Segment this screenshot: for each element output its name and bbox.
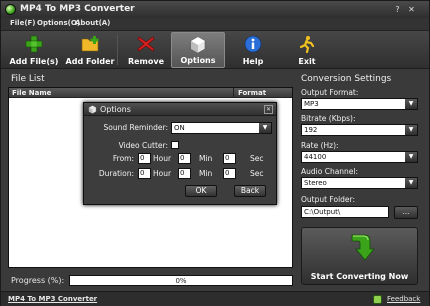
output-format-select[interactable]: MP3 ▼ (301, 98, 418, 110)
ok-button[interactable]: OK (185, 185, 217, 197)
duration-hour-input[interactable]: 0 (138, 168, 151, 179)
audio-channel-select[interactable]: Stereo ▼ (301, 177, 418, 189)
audio-channel-label: Audio Channel: (301, 167, 359, 176)
from-label: From: (112, 154, 134, 163)
duration-label: Duration: (98, 169, 134, 178)
chevron-down-icon[interactable]: ▼ (405, 125, 417, 135)
toolbar: Add File(s) Add Folder Remove Options He… (1, 31, 429, 69)
add-files-button[interactable]: Add File(s) (7, 32, 61, 68)
file-list-header: File Name Format (9, 88, 292, 98)
column-separator[interactable] (233, 88, 234, 98)
window-close-button[interactable]: ✕ (406, 4, 417, 15)
bitrate-value: 192 (304, 126, 318, 134)
remove-icon (137, 36, 155, 52)
toolbar-separator (117, 35, 118, 65)
from-sec-input[interactable]: 0 (223, 153, 236, 164)
dialog-close-button[interactable]: ✕ (264, 105, 273, 114)
title-bar: MP4 To MP3 Converter ? ✕ (1, 1, 429, 18)
app-home-link[interactable]: MP4 To MP3 Converter (8, 295, 97, 303)
output-folder-label: Output Folder: (301, 195, 356, 204)
output-folder-input[interactable]: C:\Output\ (301, 206, 389, 218)
start-converting-label: Start Converting Now (310, 272, 409, 281)
app-logo-icon (5, 4, 16, 15)
bitrate-label: Bitrate (Kbps): (301, 114, 356, 123)
sound-reminder-label: Sound Reminder: (103, 123, 169, 132)
audio-channel-value: Stereo (304, 179, 327, 187)
remove-label: Remove (127, 57, 165, 66)
chevron-down-icon[interactable]: ▼ (259, 123, 271, 133)
rate-value: 44100 (304, 153, 327, 161)
from-hour-input[interactable]: 0 (138, 153, 151, 164)
output-format-label: Output Format: (301, 88, 359, 97)
column-format[interactable]: Format (238, 89, 266, 97)
options-button[interactable]: Options (171, 32, 225, 68)
add-folder-button[interactable]: Add Folder (63, 32, 117, 68)
dialog-title-bar[interactable]: Options ✕ (84, 103, 276, 116)
progress-label: Progress (%): (11, 276, 65, 285)
menu-file[interactable]: File(F) (10, 19, 36, 27)
window-help-button[interactable]: ? (392, 4, 403, 15)
back-button[interactable]: Back (234, 185, 266, 197)
chevron-down-icon[interactable]: ▼ (405, 152, 417, 162)
exit-label: Exit (298, 57, 316, 66)
file-list-title: File List (11, 74, 45, 84)
window-title: MP4 To MP3 Converter (20, 4, 135, 14)
progress-value: 0% (175, 277, 187, 285)
duration-min-input[interactable]: 0 (178, 168, 191, 179)
video-cutter-checkbox[interactable] (171, 141, 179, 149)
browse-button[interactable]: ... (394, 206, 418, 219)
chevron-down-icon[interactable]: ▼ (405, 178, 417, 188)
exit-icon (299, 36, 315, 53)
options-dialog: Options ✕ Sound Reminder: ON ▼ Video Cut… (83, 102, 277, 205)
rate-select[interactable]: 44100 ▼ (301, 151, 418, 163)
sound-reminder-value: ON (174, 124, 185, 132)
duration-hour-unit: Hour (153, 169, 172, 178)
options-label: Options (180, 56, 216, 65)
from-min-input[interactable]: 0 (178, 153, 191, 164)
feedback-link[interactable]: Feedback (387, 295, 420, 303)
help-icon (244, 35, 262, 53)
settings-title: Conversion Settings (301, 74, 392, 84)
help-button[interactable]: Help (226, 32, 280, 68)
remove-button[interactable]: Remove (119, 32, 173, 68)
app-window: MP4 To MP3 Converter ? ✕ File(F) Options… (0, 0, 430, 306)
options-icon (88, 105, 97, 114)
duration-sec-unit: Sec (250, 169, 264, 178)
add-folder-label: Add Folder (65, 57, 115, 66)
menu-about[interactable]: About(A) (75, 19, 110, 27)
add-files-label: Add File(s) (9, 57, 59, 66)
duration-sec-input[interactable]: 0 (223, 168, 236, 179)
add-file-icon (25, 35, 43, 53)
video-cutter-label: Video Cutter: (118, 141, 168, 150)
menu-options[interactable]: Options(O) (37, 19, 80, 27)
from-sec-unit: Sec (250, 154, 264, 163)
progress-bar: 0% (69, 275, 293, 286)
from-hour-unit: Hour (153, 154, 172, 163)
bitrate-select[interactable]: 192 ▼ (301, 124, 418, 136)
from-min-unit: Min (199, 154, 213, 163)
chevron-down-icon[interactable]: ▼ (405, 99, 417, 109)
output-folder-value: C:\Output\ (304, 208, 341, 216)
convert-arrow-icon (351, 234, 375, 261)
feedback-icon[interactable] (373, 295, 382, 304)
status-bar: MP4 To MP3 Converter Feedback (1, 291, 429, 306)
sound-reminder-select[interactable]: ON ▼ (171, 122, 272, 134)
help-label: Help (242, 57, 264, 66)
duration-min-unit: Min (199, 169, 213, 178)
exit-button[interactable]: Exit (280, 32, 334, 68)
options-icon (190, 36, 206, 54)
start-converting-button[interactable]: Start Converting Now (301, 227, 418, 285)
dialog-title: Options (100, 105, 131, 114)
menu-bar: File(F) Options(O) About(A) (1, 18, 429, 31)
column-file-name[interactable]: File Name (12, 89, 51, 97)
add-folder-icon (81, 36, 99, 52)
rate-label: Rate (Hz): (301, 141, 339, 150)
output-format-value: MP3 (304, 100, 319, 108)
